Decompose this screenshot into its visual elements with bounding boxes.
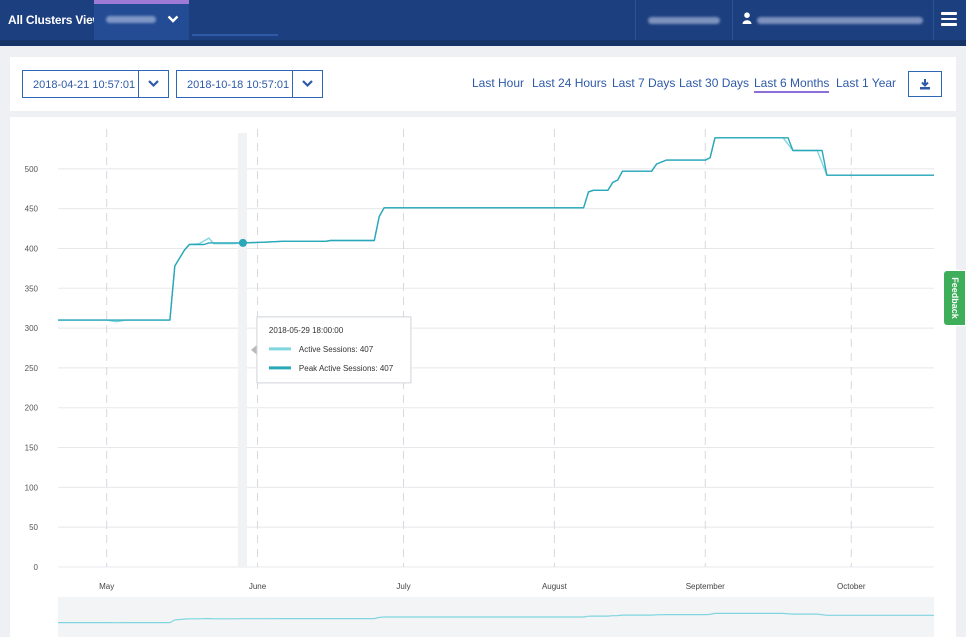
y-tick-label: 400 xyxy=(25,244,39,253)
y-tick-label: 350 xyxy=(25,284,39,293)
start-date-dropdown-button[interactable] xyxy=(138,71,169,97)
y-tick-label: 450 xyxy=(25,205,39,214)
range-last-7-days[interactable]: Last 7 Days xyxy=(612,76,675,90)
active-sessions-line xyxy=(58,137,934,323)
y-tick-label: 50 xyxy=(29,523,38,532)
tooltip-line: Active Sessions: 407 xyxy=(299,345,374,354)
tooltip-line: Peak Active Sessions: 407 xyxy=(299,364,394,373)
download-button[interactable] xyxy=(908,71,942,97)
y-tick-label: 150 xyxy=(25,444,39,453)
chevron-down-icon xyxy=(302,80,313,88)
tooltip-arrow xyxy=(250,344,257,355)
navbar-shadow xyxy=(0,40,966,46)
hamburger-menu-icon[interactable] xyxy=(941,12,957,26)
x-tick-label: August xyxy=(542,582,568,591)
x-tick-label: October xyxy=(837,582,866,591)
y-tick-label: 0 xyxy=(34,563,39,572)
feedback-label: Feedback xyxy=(949,277,960,319)
cluster-name-redacted xyxy=(106,16,156,23)
x-tick-label: June xyxy=(249,582,267,591)
x-tick-label: May xyxy=(99,582,114,591)
end-date-picker[interactable]: 2018-10-18 10:57:01 xyxy=(176,70,323,98)
active-tab-accent xyxy=(94,0,189,4)
tooltip-date: 2018-05-29 18:00:00 xyxy=(269,326,344,335)
y-tick-label: 100 xyxy=(25,483,39,492)
chevron-down-icon[interactable] xyxy=(167,13,179,28)
time-range-toolbar: 2018-04-21 10:57:01 2018-10-18 10:57:01 … xyxy=(10,57,956,111)
cluster-selector-tab[interactable] xyxy=(94,0,189,40)
peak-active-sessions-line xyxy=(58,137,934,321)
top-navbar: All Clusters View xyxy=(0,0,966,40)
start-date-picker[interactable]: 2018-04-21 10:57:01 xyxy=(22,70,169,98)
end-date-dropdown-button[interactable] xyxy=(292,71,323,97)
x-tick-label: July xyxy=(396,582,410,591)
all-clusters-view-link[interactable]: All Clusters View xyxy=(8,13,102,27)
y-tick-label: 300 xyxy=(25,324,39,333)
user-menu[interactable] xyxy=(732,0,933,40)
y-tick-label: 250 xyxy=(25,364,39,373)
range-last-24-hours[interactable]: Last 24 Hours xyxy=(532,76,607,90)
sessions-line-chart[interactable]: 0 50 100 150 200 250 300 350 400 450 500 May June Jul… xyxy=(10,117,956,637)
x-tick-label: September xyxy=(686,582,725,591)
y-tick-label: 200 xyxy=(25,404,39,413)
start-date-value: 2018-04-21 10:57:01 xyxy=(33,79,136,91)
download-icon xyxy=(920,79,930,90)
range-last-6-months[interactable]: Last 6 Months xyxy=(754,76,830,93)
range-last-30-days[interactable]: Last 30 Days xyxy=(679,76,749,90)
end-date-value: 2018-10-18 10:57:01 xyxy=(187,79,290,91)
range-last-1-year[interactable]: Last 1 Year xyxy=(836,76,896,90)
feedback-tab[interactable]: Feedback xyxy=(943,270,966,326)
user-email-redacted xyxy=(757,17,923,24)
hover-band xyxy=(237,133,247,567)
user-icon xyxy=(742,12,752,27)
org-selector[interactable] xyxy=(635,0,732,40)
range-last-hour[interactable]: Last Hour xyxy=(472,76,524,90)
tab-underline xyxy=(192,34,278,36)
hover-point xyxy=(238,238,247,247)
chevron-down-icon xyxy=(148,80,159,88)
y-tick-label: 500 xyxy=(25,165,39,174)
org-name-redacted xyxy=(648,17,720,24)
sessions-chart-panel: 0 50 100 150 200 250 300 350 400 450 500 May June Jul… xyxy=(10,117,956,637)
